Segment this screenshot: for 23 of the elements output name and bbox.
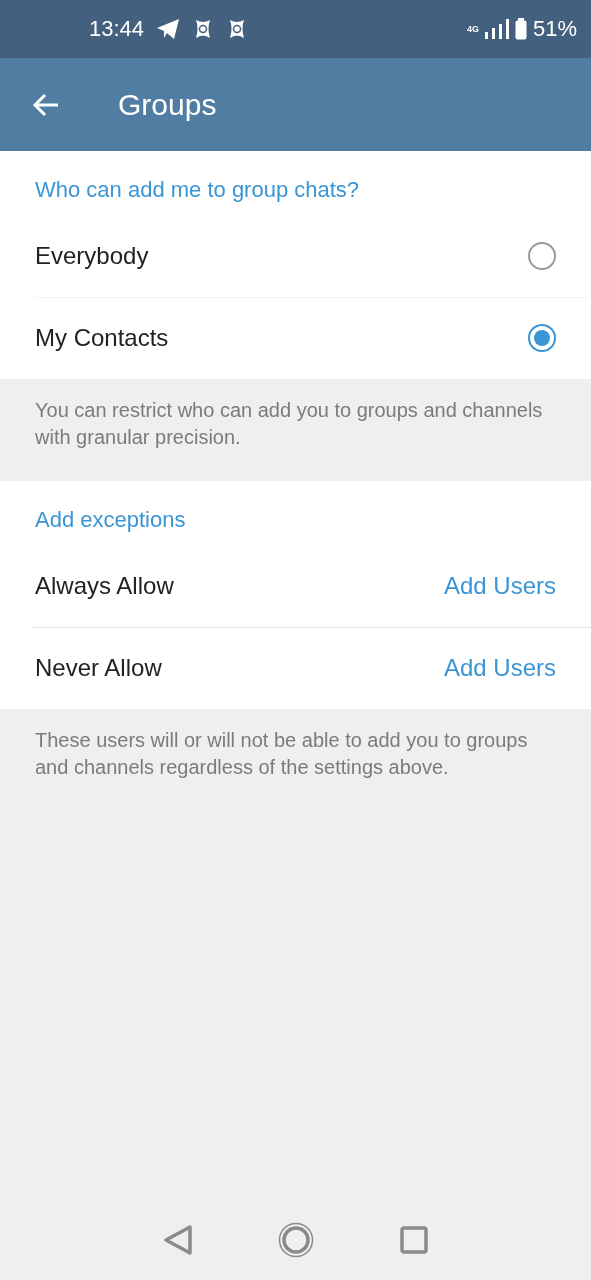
radio-button[interactable] — [528, 324, 556, 352]
section-header: Who can add me to group chats? — [34, 177, 361, 203]
row-label: Always Allow — [35, 572, 174, 600]
option-label: Everybody — [35, 242, 149, 270]
add-users-link[interactable]: Add Users — [443, 572, 556, 600]
back-button[interactable] — [32, 92, 60, 117]
option-label: My Contacts — [35, 324, 169, 352]
home-icon[interactable] — [278, 1222, 315, 1258]
hint-text: These users will or will not be able to add you to groups and channels regardless of the settings above. — [34, 728, 529, 780]
back-icon[interactable] — [162, 1224, 193, 1256]
status-time: 13:44 — [89, 16, 145, 42]
radio-button[interactable] — [528, 242, 556, 270]
battery-icon — [514, 18, 527, 40]
recents-icon[interactable] — [400, 1226, 429, 1254]
hint-text: You can restrict who can add you to groups and channels with granular precision. — [34, 398, 544, 450]
paper-plane-icon — [156, 18, 181, 40]
row-label: Never Allow — [35, 654, 162, 682]
network-type: 4G — [466, 24, 479, 34]
add-users-link[interactable]: Add Users — [443, 654, 556, 682]
section-header: Add exceptions — [34, 507, 187, 533]
battery-level: 51% — [532, 16, 577, 42]
signal-icon — [484, 19, 509, 39]
screen-title: Groups — [118, 87, 217, 122]
